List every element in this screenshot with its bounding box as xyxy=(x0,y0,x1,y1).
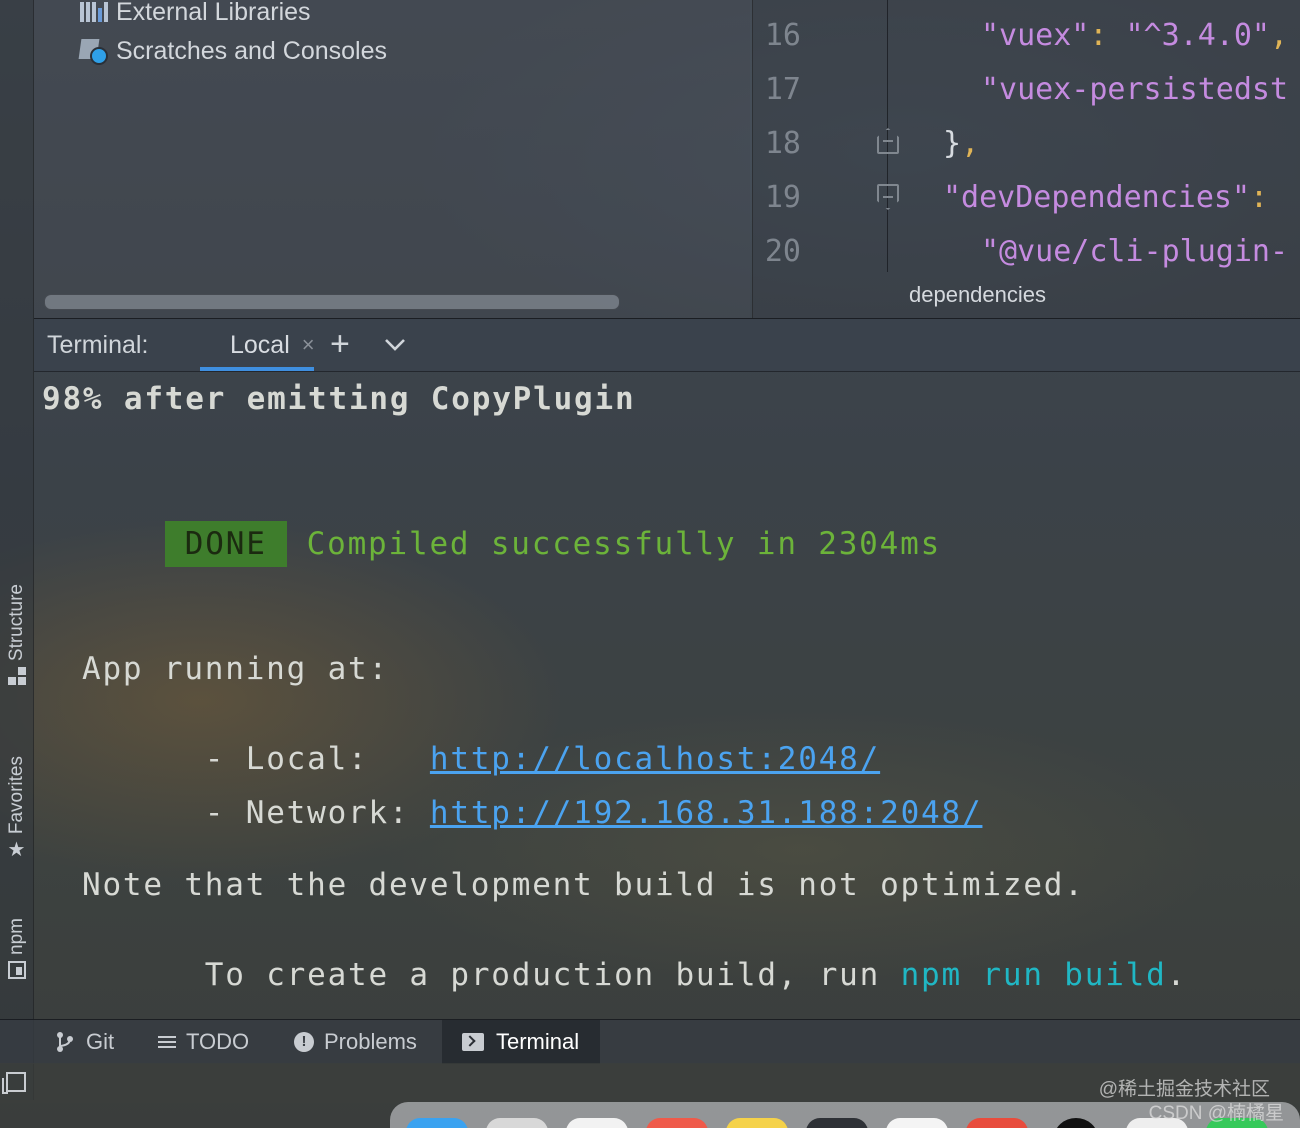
code-token: } xyxy=(943,125,962,161)
compiled-message: Compiled successfully in 2304ms xyxy=(306,526,942,562)
problems-tool-label: Problems xyxy=(324,1029,417,1054)
close-icon[interactable]: × xyxy=(302,332,315,358)
code-token: "devDependencies" xyxy=(943,179,1251,215)
terminal-title: Terminal: xyxy=(47,331,149,359)
code-text: "vuex-persistedst xyxy=(981,72,1288,107)
progress-line: 98% after emitting CopyPlugin xyxy=(42,381,636,417)
create-suffix: . xyxy=(1166,957,1188,993)
tree-item-external-libraries[interactable]: External Libraries xyxy=(80,0,311,28)
line-number: 16 xyxy=(764,17,801,53)
terminal-icon xyxy=(462,1033,484,1051)
code-line[interactable]: 16 "vuex": "^3.4.0", xyxy=(753,8,1300,62)
git-tool-button[interactable]: Git xyxy=(52,1020,118,1064)
code-token: "vuex-persistedst xyxy=(981,71,1289,107)
structure-icon xyxy=(7,667,26,686)
code-token: : xyxy=(1250,179,1269,215)
code-text: "@vue/cli-plugin- xyxy=(981,234,1288,269)
star-icon: ★ xyxy=(7,839,26,862)
npm-tab-label: npm xyxy=(5,918,27,955)
layout-toggle-icon[interactable] xyxy=(2,1072,26,1094)
code-token: : xyxy=(1089,17,1126,53)
network-url-line: - Network: http://192.168.31.188:2048/ xyxy=(82,759,982,867)
network-label: - Network: xyxy=(204,795,430,831)
code-line[interactable]: 19 "devDependencies": xyxy=(753,170,1300,224)
dock-app-icon[interactable] xyxy=(566,1118,628,1128)
todo-tool-button[interactable]: TODO xyxy=(154,1020,253,1064)
terminal-output[interactable]: 98% after emitting CopyPlugin DONE Compil… xyxy=(34,371,1300,1019)
terminal-tab-label: Local xyxy=(230,330,290,359)
tree-item-label: External Libraries xyxy=(116,0,311,26)
git-tool-label: Git xyxy=(86,1029,115,1054)
code-text: "vuex": "^3.4.0", xyxy=(981,18,1288,53)
app-running-line: App running at: xyxy=(82,651,389,687)
code-line[interactable]: 17 "vuex-persistedst xyxy=(753,62,1300,116)
terminal-tool-button[interactable]: Terminal xyxy=(442,1020,600,1064)
tree-item-label: Scratches and Consoles xyxy=(116,36,387,65)
ide-window: Structure Favorites ★ npm External Libra… xyxy=(0,0,1300,1128)
note-line: Note that the development build is not o… xyxy=(82,867,1085,903)
dock-app-icon[interactable] xyxy=(406,1118,468,1128)
code-token: "^3.4.0" xyxy=(1125,17,1271,53)
structure-tool-tab[interactable]: Structure xyxy=(0,584,33,686)
editor-breadcrumb[interactable]: dependencies xyxy=(909,282,1046,308)
dock-app-icon[interactable] xyxy=(1054,1118,1098,1128)
dock-app-icon[interactable] xyxy=(806,1118,868,1128)
list-icon xyxy=(158,1033,176,1051)
tree-item-scratches[interactable]: Scratches and Consoles xyxy=(78,35,387,67)
todo-tool-label: TODO xyxy=(186,1029,250,1054)
problems-tool-button[interactable]: ! Problems xyxy=(290,1020,421,1064)
left-tool-strip: Structure Favorites ★ npm xyxy=(0,0,34,1100)
code-token: , xyxy=(961,125,980,161)
favorites-tool-tab[interactable]: Favorites ★ xyxy=(0,756,33,860)
code-token: , xyxy=(1270,17,1289,53)
line-number: 17 xyxy=(764,71,801,107)
structure-tab-label: Structure xyxy=(5,584,27,662)
create-prefix: To create a production build, run xyxy=(204,957,901,993)
dock-app-icon[interactable] xyxy=(886,1118,948,1128)
code-token: "@vue/cli-plugin- xyxy=(981,233,1289,269)
git-branch-icon xyxy=(57,1032,73,1052)
add-terminal-button[interactable]: + xyxy=(330,325,350,363)
code-token: "vuex" xyxy=(981,17,1090,53)
dock-app-icon[interactable] xyxy=(966,1118,1028,1128)
bottom-tool-bar: Git TODO ! Problems Terminal xyxy=(0,1019,1300,1064)
line-number: 20 xyxy=(764,233,801,269)
terminal-tool-label: Terminal xyxy=(496,1029,580,1054)
scratch-icon xyxy=(78,37,110,65)
favorites-tab-label: Favorites xyxy=(5,756,27,835)
terminal-tab-local[interactable]: Local × xyxy=(200,319,315,371)
done-badge: DONE xyxy=(164,521,287,567)
create-build-line: To create a production build, run npm ru… xyxy=(82,921,1187,1029)
dock-app-icon[interactable] xyxy=(726,1118,788,1128)
line-number: 19 xyxy=(764,179,801,215)
code-line[interactable]: 20 "@vue/cli-plugin- xyxy=(753,224,1300,278)
npm-icon xyxy=(7,960,26,979)
code-text: "devDependencies": xyxy=(943,180,1268,215)
code-text: }, xyxy=(943,126,979,161)
chevron-down-icon[interactable] xyxy=(384,333,406,355)
terminal-header: Terminal: Local × + xyxy=(34,318,1300,372)
compile-status-line: DONE Compiled successfully in 2304ms xyxy=(42,485,941,603)
dock-app-icon[interactable] xyxy=(486,1118,548,1128)
network-url-link[interactable]: http://192.168.31.188:2048/ xyxy=(430,795,983,831)
line-number: 18 xyxy=(764,125,801,161)
watermark-juejin: @稀土掘金技术社区 xyxy=(1098,1079,1270,1100)
horizontal-scrollbar[interactable] xyxy=(44,294,620,310)
code-editor[interactable]: 16 "vuex": "^3.4.0", 17 "vuex-persistedst 18… xyxy=(752,0,1300,318)
dock-app-icon[interactable] xyxy=(646,1118,708,1128)
problems-icon: ! xyxy=(294,1032,314,1052)
npm-tool-tab[interactable]: npm xyxy=(0,918,33,979)
watermark-csdn: CSDN @楠橘星 xyxy=(1148,1103,1284,1124)
project-tree-panel: External Libraries Scratches and Console… xyxy=(34,0,750,318)
npm-build-command: npm run build xyxy=(900,957,1167,993)
code-line[interactable]: 18}, xyxy=(753,116,1300,170)
library-icon xyxy=(80,0,110,26)
